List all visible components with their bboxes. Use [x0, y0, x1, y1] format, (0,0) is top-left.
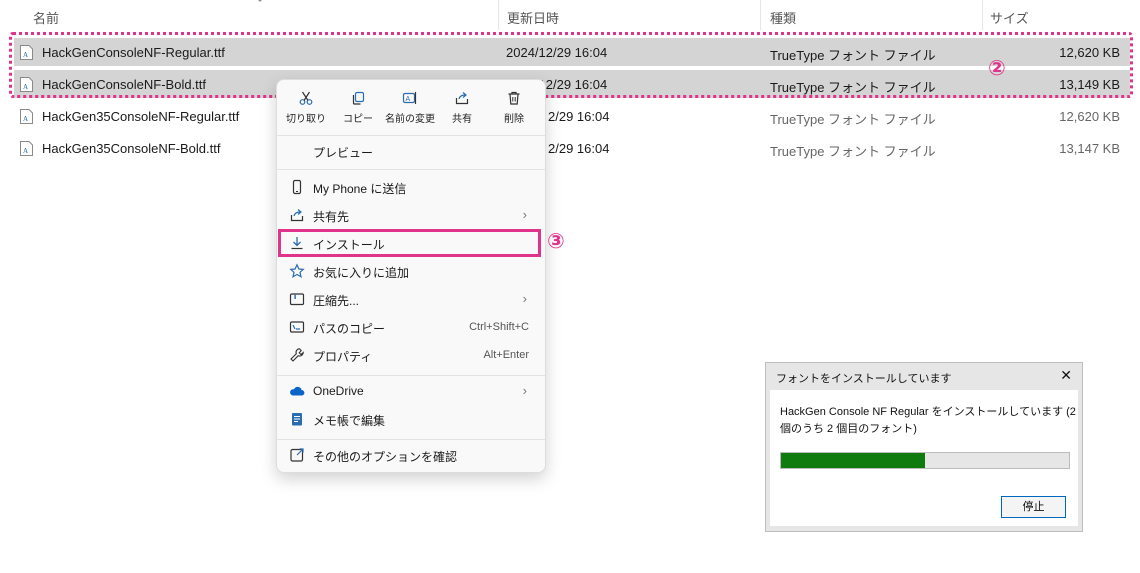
selection-annotation-box: [9, 32, 1133, 98]
compress-label: 圧縮先...: [313, 294, 360, 308]
chevron-right-icon: ›: [522, 291, 527, 306]
properties-shortcut: Alt+Enter: [483, 349, 529, 361]
svg-text:A: A: [23, 115, 28, 123]
install-highlight-box: [278, 229, 541, 257]
copy-path-shortcut: Ctrl+Shift+C: [469, 321, 529, 333]
menu-item-preview[interactable]: プレビュー: [281, 138, 541, 164]
more-options-label: その他のオプションを確認: [313, 450, 458, 464]
file-name: HackGen35ConsoleNF-Bold.ttf: [42, 141, 221, 156]
font-file-icon: A: [20, 141, 33, 156]
menu-item-more-options[interactable]: その他のオプションを確認: [281, 442, 541, 468]
dialog-body: HackGen Console NF Regular をインストールしています …: [770, 390, 1078, 526]
menu-item-compress[interactable]: 圧縮先... ›: [281, 286, 541, 312]
progress-fill: [781, 453, 925, 468]
file-row[interactable]: A HackGen35ConsoleNF-Bold.ttf 2/29 16:04…: [14, 134, 1130, 162]
cut-label: 切り取り: [286, 114, 326, 125]
share-label: 共有: [452, 114, 472, 125]
properties-label: プロパティ: [313, 350, 373, 364]
column-modified[interactable]: 更新日時: [507, 8, 559, 27]
chevron-right-icon: ›: [522, 207, 527, 222]
svg-text:A: A: [23, 147, 28, 155]
column-type[interactable]: 種類: [770, 8, 796, 27]
install-progress-bar: [780, 452, 1070, 469]
file-row[interactable]: A HackGen35ConsoleNF-Regular.ttf 2/29 16…: [14, 102, 1130, 130]
chevron-right-icon: ›: [522, 383, 527, 398]
rename-icon: A: [402, 92, 417, 104]
menu-item-copy-path[interactable]: パスのコピー Ctrl+Shift+C: [281, 314, 541, 340]
column-header: 名前 更新日時 種類 サイズ: [0, 0, 1140, 30]
install-progress-dialog: フォントをインストールしています ✕ HackGen Console NF Re…: [765, 362, 1083, 532]
step-3-badge: ③: [547, 230, 565, 253]
cut-button[interactable]: 切り取り: [281, 90, 331, 125]
rename-label: 名前の変更: [385, 114, 435, 125]
notepad-icon: [292, 413, 302, 426]
stop-button[interactable]: 停止: [1001, 496, 1066, 518]
menu-item-add-favorite[interactable]: お気に入りに追加: [281, 258, 541, 284]
phone-icon: [292, 179, 302, 195]
menu-item-notepad[interactable]: メモ帳で編集: [281, 406, 541, 432]
favorite-label: お気に入りに追加: [313, 266, 410, 280]
path-icon: [289, 321, 305, 333]
column-name[interactable]: 名前: [33, 8, 59, 27]
star-icon: [289, 263, 305, 279]
copy-path-label: パスのコピー: [313, 322, 386, 336]
sort-chevron-icon: [258, 0, 262, 2]
close-icon[interactable]: ✕: [1060, 367, 1072, 384]
svg-text:A: A: [406, 96, 411, 103]
file-modified: 2/29 16:04: [548, 141, 610, 156]
menu-item-onedrive[interactable]: OneDrive ›: [281, 378, 541, 404]
copy-icon: [352, 91, 365, 105]
menu-item-send-to-phone[interactable]: My Phone に送信: [281, 174, 541, 200]
preview-label: プレビュー: [313, 146, 374, 160]
dialog-title: フォントをインストールしています: [776, 373, 952, 385]
external-open-icon: [290, 448, 304, 462]
onedrive-cloud-icon: [290, 386, 305, 396]
copy-button[interactable]: コピー: [333, 90, 383, 125]
wrench-icon: [290, 348, 304, 362]
step-2-badge: ②: [988, 57, 1006, 80]
file-name: HackGen35ConsoleNF-Regular.ttf: [42, 109, 240, 124]
onedrive-label: OneDrive: [313, 384, 364, 398]
dialog-message: HackGen Console NF Regular をインストールしています …: [780, 406, 1076, 435]
zip-folder-icon: [289, 293, 305, 306]
menu-item-properties[interactable]: プロパティ Alt+Enter: [281, 342, 541, 368]
share-icon: [455, 92, 469, 105]
rename-button[interactable]: A 名前の変更: [385, 90, 435, 125]
trash-icon: [508, 91, 520, 105]
file-size: 12,620 KB: [1059, 109, 1120, 124]
delete-label: 削除: [504, 114, 524, 125]
share-button[interactable]: 共有: [437, 90, 487, 125]
notepad-label: メモ帳で編集: [313, 414, 386, 428]
delete-button[interactable]: 削除: [489, 90, 539, 125]
column-size[interactable]: サイズ: [990, 8, 1029, 27]
share-to-label: 共有先: [313, 210, 350, 224]
file-modified: 2/29 16:04: [548, 109, 610, 124]
scissors-icon: [299, 91, 313, 105]
file-size: 13,147 KB: [1059, 141, 1120, 156]
menu-item-share-to[interactable]: 共有先 ›: [281, 202, 541, 228]
file-type: TrueType フォント ファイル: [770, 144, 936, 159]
font-file-icon: A: [20, 109, 33, 124]
send-phone-label: My Phone に送信: [313, 182, 407, 196]
file-type: TrueType フォント ファイル: [770, 112, 936, 127]
share-icon: [290, 209, 304, 222]
copy-label: コピー: [343, 114, 373, 125]
context-menu: 切り取り コピー A 名前の変更 共有 削除 プレビュー My Phone に送…: [276, 79, 546, 473]
